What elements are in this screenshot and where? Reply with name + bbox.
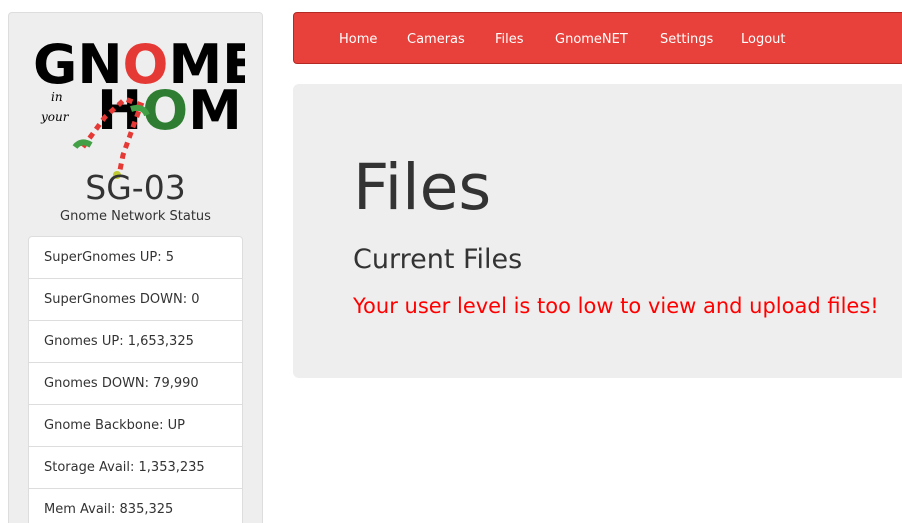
nav-home[interactable]: Home [339, 13, 377, 63]
gnome-in-your-home-logo: GNOME HOME in your [33, 35, 245, 179]
logo-home-text: HOME [97, 79, 245, 142]
nav-gnomenet[interactable]: GnomeNET [555, 13, 628, 63]
logo-in-text: in [51, 90, 63, 104]
page-title: Files [353, 151, 492, 224]
status-gnome-backbone: Gnome Backbone: UP [29, 405, 242, 447]
logo-graphic: GNOME HOME in your [33, 35, 245, 179]
files-panel: Files Current Files Your user level is t… [293, 84, 902, 378]
nav-settings[interactable]: Settings [660, 13, 713, 63]
supergnome-title: SG-03 [85, 168, 186, 207]
logo-your-text: your [40, 110, 70, 124]
status-storage-avail: Storage Avail: 1,353,235 [29, 447, 242, 489]
top-navbar: Home Cameras Files GnomeNET Settings Log… [293, 12, 902, 64]
status-gnomes-up: Gnomes UP: 1,653,325 [29, 321, 242, 363]
permission-error-message: Your user level is too low to view and u… [353, 294, 879, 318]
page: GNOME HOME in your SG-03 Gnome Network S… [0, 0, 902, 523]
nav-cameras[interactable]: Cameras [407, 13, 465, 63]
status-mem-avail: Mem Avail: 835,325 [29, 489, 242, 523]
nav-files[interactable]: Files [495, 13, 524, 63]
status-supergnomes-up: SuperGnomes UP: 5 [29, 237, 242, 279]
network-status-list: SuperGnomes UP: 5 SuperGnomes DOWN: 0 Gn… [28, 236, 243, 523]
current-files-heading: Current Files [353, 244, 523, 275]
sidebar: GNOME HOME in your SG-03 Gnome Network S… [8, 12, 263, 523]
status-supergnomes-down: SuperGnomes DOWN: 0 [29, 279, 242, 321]
status-gnomes-down: Gnomes DOWN: 79,990 [29, 363, 242, 405]
network-status-title: Gnome Network Status [60, 209, 211, 224]
nav-logout[interactable]: Logout [741, 13, 786, 63]
